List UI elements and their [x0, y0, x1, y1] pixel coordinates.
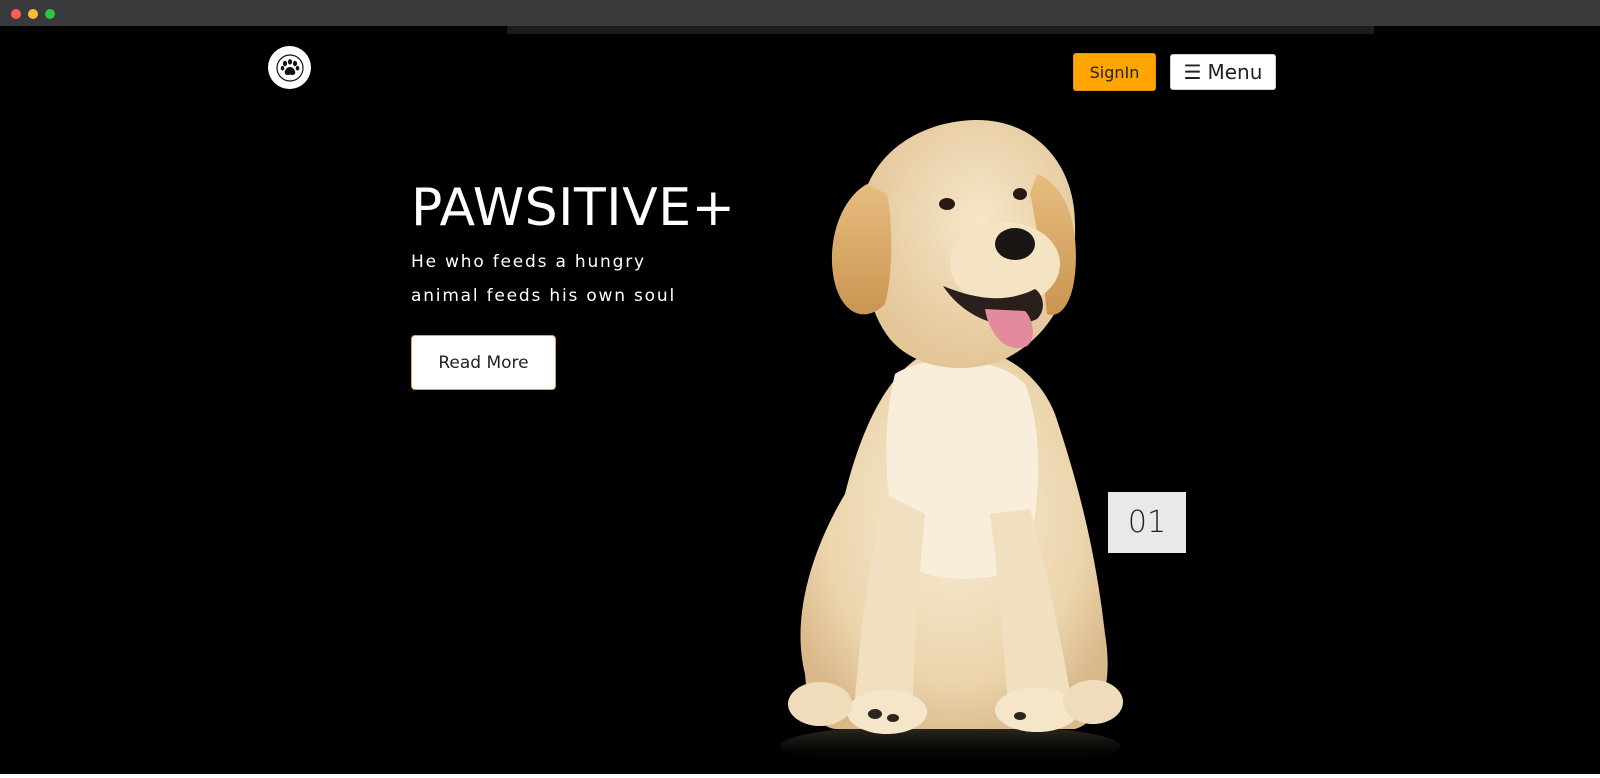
hamburger-icon: ☰	[1183, 60, 1202, 84]
paw-icon	[275, 53, 304, 82]
hero-title: PAWSITIVE+	[411, 178, 736, 238]
signin-button[interactable]: SignIn	[1073, 53, 1156, 91]
menu-label: Menu	[1207, 60, 1263, 84]
puppy-image	[780, 119, 1123, 768]
minimize-window-button[interactable]	[28, 9, 38, 19]
slide-counter: 01	[1108, 492, 1186, 553]
top-strip	[507, 26, 1374, 34]
browser-titlebar	[0, 0, 1600, 26]
window-bottom-border	[0, 774, 1600, 778]
hero-subtitle-line1: He who feeds a hungry	[411, 252, 646, 272]
read-more-button[interactable]: Read More	[411, 335, 556, 390]
close-window-button[interactable]	[11, 9, 21, 19]
page-viewport: SignIn ☰ Menu PAWSITIVE+ He who feeds a …	[0, 26, 1600, 774]
maximize-window-button[interactable]	[45, 9, 55, 19]
menu-button[interactable]: ☰ Menu	[1170, 54, 1276, 90]
hero-subtitle-line2: animal feeds his own soul	[411, 286, 676, 306]
site-logo[interactable]	[268, 46, 311, 89]
